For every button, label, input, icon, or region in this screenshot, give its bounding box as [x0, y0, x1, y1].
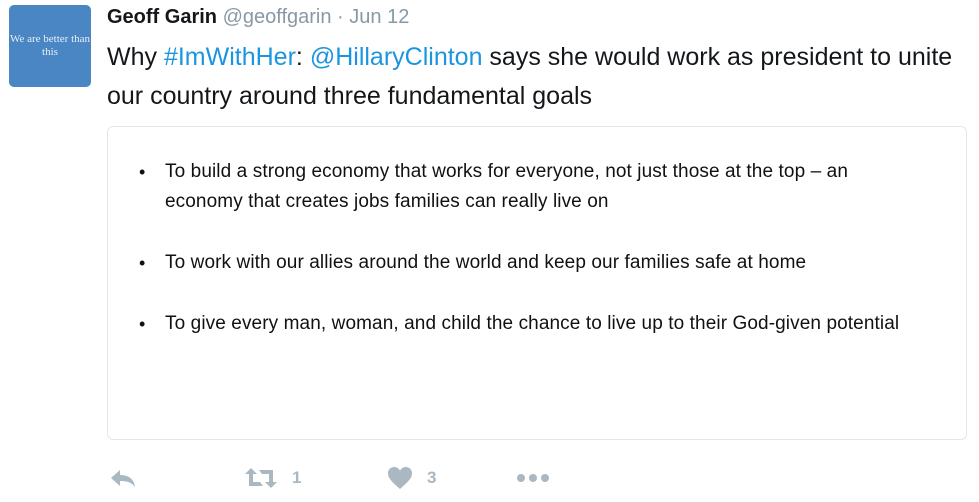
- mention-link[interactable]: @HillaryClinton: [310, 43, 483, 71]
- text-colon: :: [295, 43, 310, 71]
- bullet: •: [139, 253, 146, 273]
- reply-icon: [111, 470, 135, 487]
- like-button[interactable]: 3: [387, 458, 436, 498]
- list-item: • To build a strong economy that works fo…: [139, 157, 929, 217]
- list-item-text: To give every man, woman, and child the …: [165, 313, 900, 334]
- text-prefix: Why: [107, 43, 164, 71]
- bullet: •: [139, 162, 146, 182]
- reply-button[interactable]: [109, 458, 137, 498]
- tweet-actions: 1 3: [107, 458, 967, 498]
- avatar-text: We are better than this: [9, 33, 91, 58]
- list-item: • To give every man, woman, and child the…: [139, 309, 929, 339]
- more-icon: [517, 474, 549, 482]
- tweet-text: Why #ImWithHer: @HillaryClinton says she…: [107, 38, 967, 116]
- heart-icon: [388, 467, 412, 489]
- list-item-text: To work with our allies around the world…: [165, 252, 807, 273]
- author-name[interactable]: Geoff Garin: [107, 6, 217, 28]
- tweet-date[interactable]: Jun 12: [349, 6, 409, 28]
- media-card[interactable]: • To build a strong economy that works fo…: [107, 126, 967, 440]
- tweet-header: Geoff Garin @geoffgarin · Jun 12: [107, 4, 409, 30]
- retweet-button[interactable]: 1: [244, 458, 301, 498]
- separator-dot: ·: [337, 6, 344, 28]
- retweet-count: 1: [292, 468, 302, 487]
- list-item: • To work with our allies around the worl…: [139, 248, 929, 278]
- list-item-text: To build a strong economy that works for…: [165, 161, 848, 212]
- author-handle[interactable]: @geoffgarin: [223, 6, 332, 28]
- avatar[interactable]: We are better than this: [9, 5, 91, 87]
- goals-list: • To build a strong economy that works fo…: [139, 157, 929, 370]
- more-button[interactable]: [516, 458, 550, 498]
- retweet-icon: [245, 468, 277, 488]
- hashtag-link[interactable]: #ImWithHer: [164, 43, 296, 71]
- bullet: •: [139, 314, 146, 334]
- like-count: 3: [427, 468, 437, 487]
